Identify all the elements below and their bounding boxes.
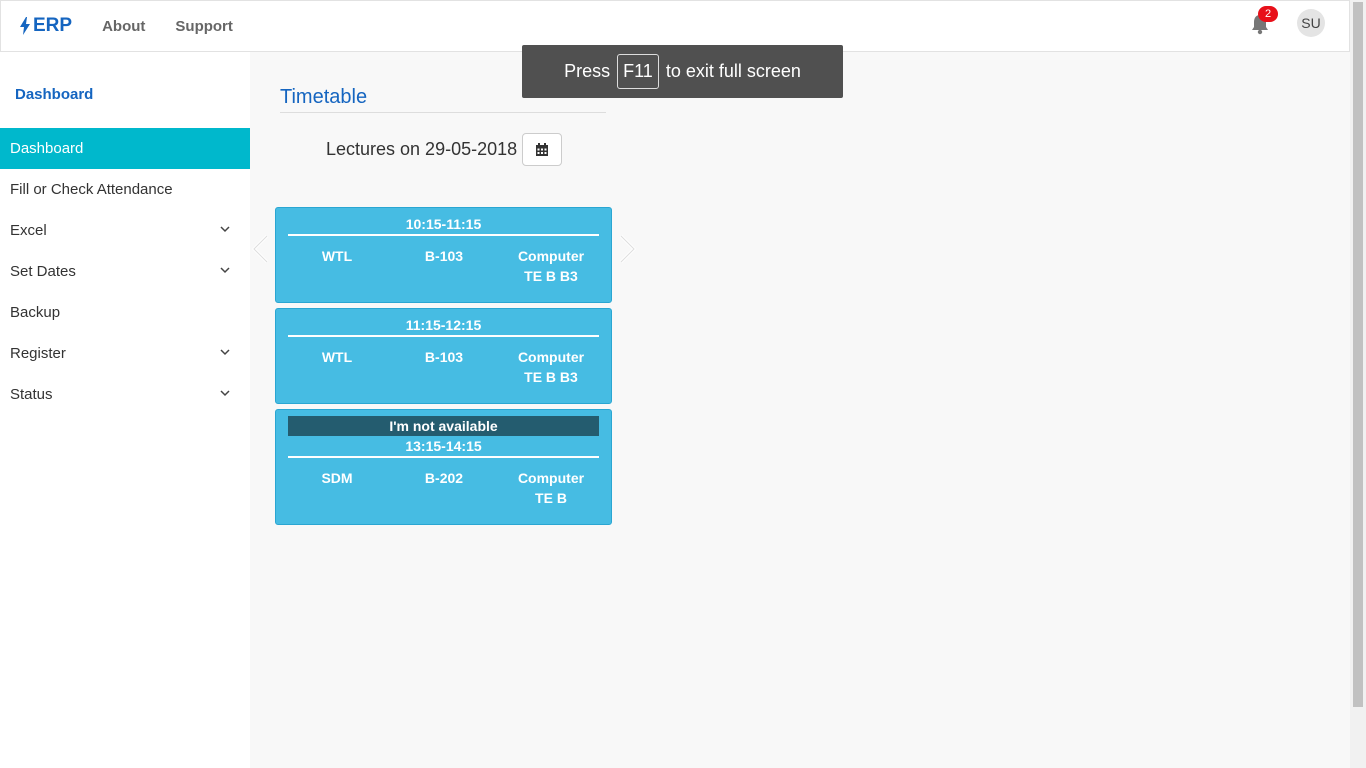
lectures-date-label: Lectures on 29-05-2018 bbox=[326, 139, 518, 159]
lecture-department: Computer bbox=[517, 248, 585, 264]
sidebar-item-label: Status bbox=[10, 386, 53, 403]
lecture-card[interactable]: I'm not available 13:15-14:15 SDM B-202 … bbox=[275, 409, 612, 525]
lecture-room: B-103 bbox=[424, 248, 464, 264]
chevron-down-icon bbox=[220, 390, 230, 397]
lecture-room: B-202 bbox=[424, 470, 464, 486]
page-scrollbar[interactable] bbox=[1350, 0, 1366, 768]
lecture-subject: WTL bbox=[321, 248, 353, 264]
sidebar-item-label: Register bbox=[10, 345, 66, 362]
sidebar-item-dashboard[interactable]: Dashboard bbox=[0, 128, 250, 169]
sidebar-title: Dashboard bbox=[15, 86, 94, 103]
sidebar-item-label: Dashboard bbox=[10, 140, 84, 157]
chevron-down-icon bbox=[220, 226, 230, 233]
toast-prefix: Press bbox=[564, 61, 611, 81]
toast-key: F11 bbox=[617, 54, 659, 89]
lecture-subject: SDM bbox=[321, 470, 353, 486]
calendar-icon bbox=[536, 142, 548, 156]
sidebar-item-label: Set Dates bbox=[10, 263, 76, 280]
brand-name: ERP bbox=[33, 15, 73, 36]
lecture-time: 11:15-12:15 bbox=[405, 317, 482, 333]
carousel-prev-icon[interactable] bbox=[250, 234, 270, 264]
sidebar-item-label: Excel bbox=[10, 222, 47, 239]
sidebar-item-attendance[interactable]: Fill or Check Attendance bbox=[0, 169, 250, 210]
notification-badge: 2 bbox=[1258, 6, 1278, 22]
lecture-room: B-103 bbox=[424, 349, 464, 365]
scrollbar-thumb[interactable] bbox=[1353, 2, 1363, 707]
sidebar: Dashboard Dashboard Fill or Check Attend… bbox=[0, 52, 250, 768]
nav-about-link[interactable]: About bbox=[102, 18, 145, 35]
sidebar-item-backup[interactable]: Backup bbox=[0, 292, 250, 333]
card-divider bbox=[288, 335, 599, 337]
chevron-down-icon bbox=[220, 349, 230, 356]
sidebar-item-label: Fill or Check Attendance bbox=[10, 181, 173, 198]
lecture-class: TE B B3 bbox=[524, 268, 578, 284]
avatar[interactable]: SU bbox=[1297, 9, 1325, 37]
brand-logo[interactable]: ERP bbox=[19, 15, 72, 37]
sidebar-item-excel[interactable]: Excel bbox=[0, 210, 250, 251]
sidebar-item-set-dates[interactable]: Set Dates bbox=[0, 251, 250, 292]
sidebar-item-status[interactable]: Status bbox=[0, 374, 250, 415]
lecture-department: Computer bbox=[517, 470, 585, 486]
sidebar-item-label: Backup bbox=[10, 304, 61, 321]
lightning-icon bbox=[20, 17, 30, 35]
card-divider bbox=[288, 234, 599, 236]
fullscreen-toast: Press F11 to exit full screen bbox=[522, 45, 843, 98]
sidebar-item-register[interactable]: Register bbox=[0, 333, 250, 374]
lecture-subject: WTL bbox=[321, 349, 353, 365]
lecture-time: 13:15-14:15 bbox=[405, 438, 482, 454]
not-available-banner: I'm not available bbox=[288, 416, 599, 436]
lecture-card[interactable]: 10:15-11:15 WTL B-103 Computer TE B B3 bbox=[275, 207, 612, 303]
lecture-class: TE B bbox=[535, 490, 567, 506]
carousel-next-icon[interactable] bbox=[618, 234, 638, 264]
lecture-department: Computer bbox=[517, 349, 585, 365]
lecture-card[interactable]: 11:15-12:15 WTL B-103 Computer TE B B3 bbox=[275, 308, 612, 404]
title-divider bbox=[280, 112, 606, 113]
toast-suffix: to exit full screen bbox=[665, 61, 801, 81]
calendar-button[interactable] bbox=[522, 133, 562, 166]
chevron-down-icon bbox=[220, 267, 230, 274]
nav-support-link[interactable]: Support bbox=[175, 18, 233, 35]
lecture-class: TE B B3 bbox=[524, 369, 578, 385]
page-title: Timetable bbox=[280, 86, 368, 108]
card-divider bbox=[288, 456, 599, 458]
lecture-time: 10:15-11:15 bbox=[405, 216, 482, 232]
